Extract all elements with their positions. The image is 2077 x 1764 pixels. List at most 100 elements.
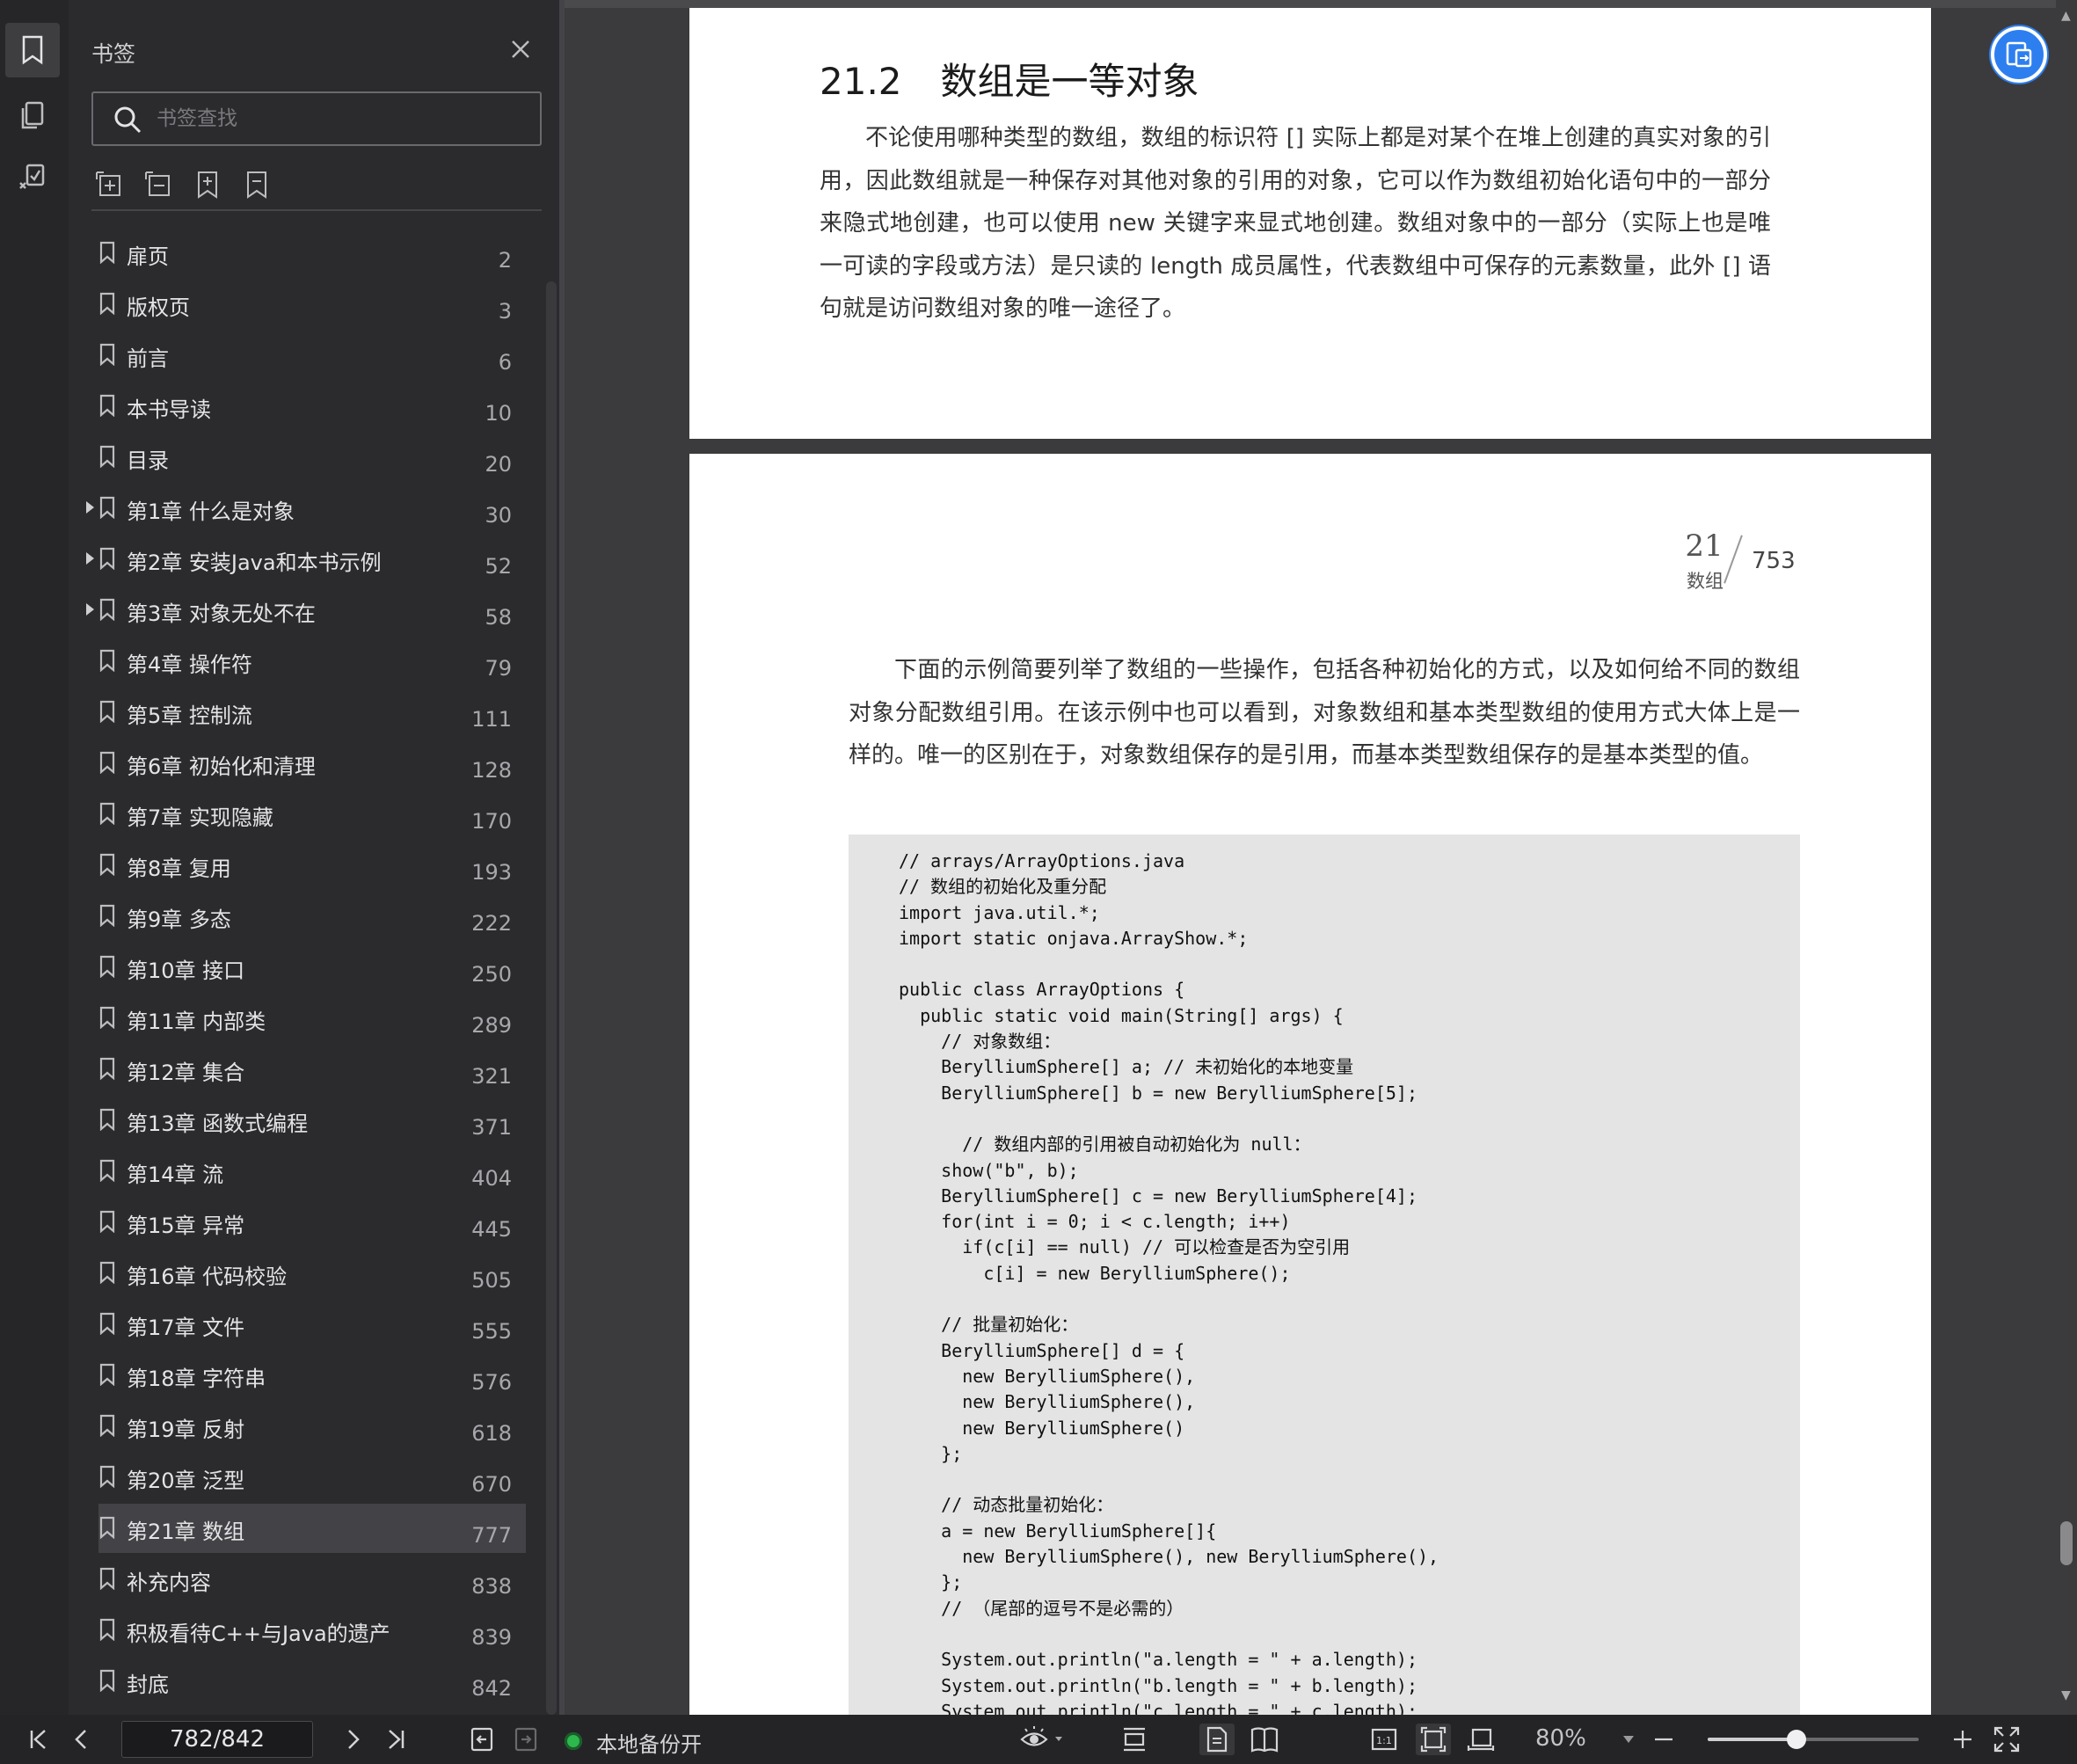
bookmark-item[interactable]: 第10章 接口 250: [98, 943, 526, 992]
left-rail: [0, 0, 69, 1715]
bookmark-item[interactable]: 第17章 文件 555: [98, 1300, 526, 1349]
scroll-down-arrow-icon[interactable]: ▼: [2061, 1688, 2071, 1702]
bookmark-item[interactable]: 第15章 异常 445: [98, 1198, 526, 1247]
bookmark-item[interactable]: 第9章 多态 222: [98, 892, 526, 941]
previous-page-button[interactable]: [65, 1724, 97, 1755]
bookmark-item[interactable]: 第19章 反射 618: [98, 1402, 526, 1451]
bookmark-item[interactable]: 第13章 函数式编程 371: [98, 1096, 526, 1145]
eye-care-mode-button[interactable]: [1018, 1724, 1068, 1755]
bookmark-item[interactable]: 补充内容 838: [98, 1555, 526, 1604]
actual-size-button[interactable]: 1:1: [1366, 1724, 1402, 1755]
bookmark-icon: [99, 1414, 115, 1437]
page-number-input[interactable]: 782/842: [121, 1721, 313, 1758]
last-page-button[interactable]: [380, 1724, 412, 1755]
fit-page-icon: [1420, 1726, 1447, 1753]
bookmark-item[interactable]: 目录 20: [98, 433, 526, 482]
bookmark-item[interactable]: 第1章 什么是对象 30: [86, 484, 526, 533]
bookmark-item[interactable]: 第18章 字符串 576: [98, 1351, 526, 1400]
bookmark-panel-button[interactable]: [5, 23, 60, 77]
scrollbar-thumb[interactable]: [2060, 1521, 2073, 1565]
bookmark-item[interactable]: 第6章 初始化和清理 128: [98, 739, 526, 788]
expand-arrow-icon[interactable]: [86, 552, 94, 565]
zoom-dropdown-button[interactable]: [1618, 1724, 1639, 1755]
bookmark-label: 第10章 接口: [127, 959, 245, 983]
fit-page-button[interactable]: [1416, 1724, 1451, 1755]
bookmark-item[interactable]: 扉页 2: [98, 229, 526, 278]
collapse-all-icon: [145, 171, 170, 196]
bookmark-item[interactable]: 本书导读 10: [98, 382, 526, 431]
bookmark-item[interactable]: 第14章 流 404: [98, 1147, 526, 1196]
bookmark-page-number: 777: [471, 1523, 512, 1548]
thumbnail-panel-button[interactable]: [5, 88, 60, 142]
bookmark-icon: [99, 241, 115, 264]
bookmark-item[interactable]: 前言 6: [98, 331, 526, 380]
history-back-button[interactable]: [466, 1724, 498, 1755]
two-page-view-button[interactable]: [1247, 1724, 1282, 1755]
status-bar: 782/842 本地备份开 1:1 80%: [0, 1715, 2077, 1764]
single-page-view-button[interactable]: [1199, 1724, 1235, 1755]
floating-convert-button[interactable]: [1991, 26, 2047, 83]
zoom-in-button[interactable]: [1949, 1724, 1977, 1755]
bookmark-item[interactable]: 第12章 集合 321: [98, 1045, 526, 1094]
bookmark-page-number: 618: [471, 1421, 512, 1446]
body-paragraph: 不论使用哪种类型的数组，数组的标识符 [] 实际上都是对某个在堆上创建的真实对象…: [820, 117, 1771, 331]
history-forward-button[interactable]: [510, 1724, 542, 1755]
bookmark-icon: [99, 1363, 115, 1386]
bookmark-page-number: 111: [471, 707, 512, 732]
bookmark-item[interactable]: 第4章 操作符 79: [98, 637, 526, 686]
bookmark-page-number: 222: [471, 911, 512, 936]
bookmark-search-input[interactable]: [157, 93, 526, 144]
bookmark-label: 第2章 安装Java和本书示例: [127, 550, 382, 575]
zoom-level-label[interactable]: 80%: [1535, 1725, 1586, 1752]
collapse-all-button[interactable]: [141, 167, 176, 202]
zoom-slider[interactable]: [1708, 1730, 1919, 1749]
bookmark-item[interactable]: 版权页 3: [98, 280, 526, 329]
bookmark-page-number: 555: [471, 1319, 512, 1344]
sidebar-scrollbar[interactable]: [546, 281, 557, 1715]
expand-arrow-icon[interactable]: [86, 501, 94, 514]
bookmark-item[interactable]: 第3章 对象无处不在 58: [86, 586, 526, 635]
bookmark-item[interactable]: 第7章 实现隐藏 170: [98, 790, 526, 839]
close-icon: [512, 40, 529, 58]
next-page-button[interactable]: [338, 1724, 369, 1755]
bookmark-item[interactable]: 第21章 数组 777: [98, 1504, 526, 1553]
bookmark-item[interactable]: 封底 842: [98, 1657, 526, 1706]
bookmark-page-number: 2: [498, 248, 512, 273]
zoom-slider-handle[interactable]: [1786, 1730, 1806, 1749]
fit-width-button[interactable]: [1463, 1724, 1498, 1755]
bookmark-item[interactable]: 第2章 安装Java和本书示例 52: [86, 535, 526, 584]
sidebar-close-button[interactable]: [506, 35, 535, 63]
expand-arrow-icon[interactable]: [86, 603, 94, 616]
first-page-button[interactable]: [23, 1724, 55, 1755]
bookmark-label: 第12章 集合: [127, 1061, 245, 1085]
bookmark-label: 第6章 初始化和清理: [127, 754, 316, 779]
continuous-scroll-icon: [1124, 1727, 1145, 1752]
bookmark-icon: [99, 445, 115, 468]
document-scrollbar[interactable]: ▲ ▼: [2056, 0, 2077, 1715]
bookmark-item[interactable]: 第16章 代码校验 505: [98, 1249, 526, 1298]
viewport-top-edge: [565, 0, 2056, 8]
bookmark-icon: [99, 1312, 115, 1335]
bookmark-icon: [99, 394, 115, 417]
bookmark-options-button[interactable]: [239, 167, 274, 202]
body-paragraph: 下面的示例简要列举了数组的一些操作，包括各种初始化的方式，以及如何给不同的数组对…: [849, 649, 1800, 777]
bookmark-icon: [99, 1159, 115, 1182]
two-page-icon: [1250, 1727, 1279, 1753]
fullscreen-button[interactable]: [1991, 1724, 2022, 1755]
bookmark-item[interactable]: 积极看待C++与Java的遗产 839: [98, 1606, 526, 1655]
bookmark-item[interactable]: 第11章 内部类 289: [98, 994, 526, 1043]
bookmark-item[interactable]: 第20章 泛型 670: [98, 1453, 526, 1502]
bookmark-item[interactable]: 第5章 控制流 111: [98, 688, 526, 737]
history-back-icon: [470, 1727, 493, 1752]
section-number: 21.2: [820, 60, 902, 103]
bookmark-item[interactable]: 第8章 复用 193: [98, 841, 526, 890]
scroll-up-arrow-icon[interactable]: ▲: [2061, 9, 2071, 23]
backup-status-label[interactable]: 本地备份开: [596, 1727, 702, 1758]
continuous-scroll-button[interactable]: [1117, 1724, 1152, 1755]
add-bookmark-button[interactable]: [190, 167, 225, 202]
zoom-out-button[interactable]: [1650, 1724, 1678, 1755]
annotation-panel-button[interactable]: [5, 151, 60, 206]
bookmark-label: 第4章 操作符: [127, 652, 252, 677]
expand-all-button[interactable]: [91, 167, 127, 202]
bookmark-label: 第20章 泛型: [127, 1469, 245, 1493]
